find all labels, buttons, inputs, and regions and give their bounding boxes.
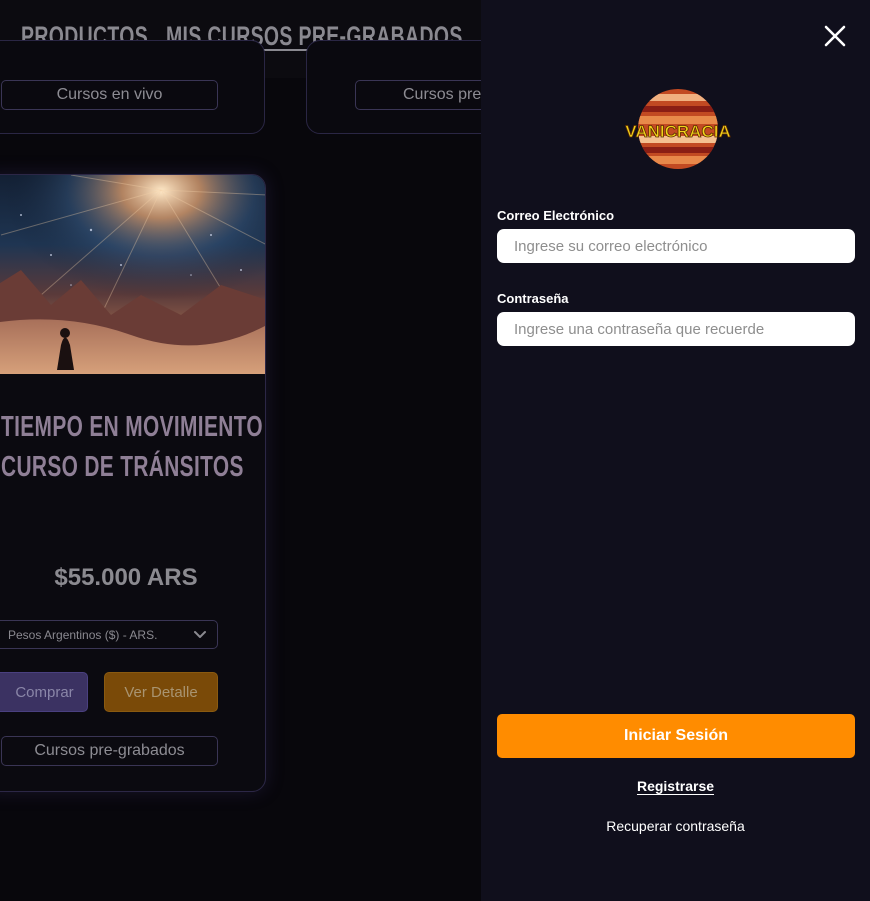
chevron-down-icon xyxy=(194,631,206,638)
password-input[interactable] xyxy=(497,312,855,346)
buy-button[interactable]: Comprar xyxy=(0,672,88,712)
recover-password-link[interactable]: Recuperar contraseña xyxy=(481,818,870,834)
close-icon[interactable] xyxy=(822,23,848,49)
tag-button-prerecorded-courses[interactable]: Cursos pre-grabados xyxy=(1,736,218,766)
email-label: Correo Electrónico xyxy=(497,208,615,223)
login-drawer: VANICRACIA Correo Electrónico Contraseña… xyxy=(481,0,870,901)
currency-select-value: Pesos Argentinos ($) - ARS. xyxy=(8,627,158,642)
course-image xyxy=(0,175,265,374)
logo-text: VANICRACIA xyxy=(625,122,730,141)
view-detail-button[interactable]: Ver Detalle xyxy=(104,672,218,712)
register-link[interactable]: Registrarse xyxy=(481,778,870,794)
tag-button-live-courses[interactable]: Cursos en vivo xyxy=(1,80,218,110)
course-card: TIEMPO EN MOVIMIENTO: CURSO DE TRÁNSITOS… xyxy=(0,174,266,792)
desert-starburst-illustration xyxy=(0,175,265,374)
course-title: TIEMPO EN MOVIMIENTO: CURSO DE TRÁNSITOS xyxy=(1,411,266,483)
course-card-top-left: Cursos en vivo xyxy=(0,40,265,134)
course-price: $55.000 ARS xyxy=(54,564,198,591)
brand-logo: VANICRACIA xyxy=(625,89,731,169)
password-label: Contraseña xyxy=(497,291,569,306)
currency-select[interactable]: Pesos Argentinos ($) - ARS. xyxy=(0,620,218,649)
email-input[interactable] xyxy=(497,229,855,263)
login-button[interactable]: Iniciar Sesión xyxy=(497,714,855,758)
